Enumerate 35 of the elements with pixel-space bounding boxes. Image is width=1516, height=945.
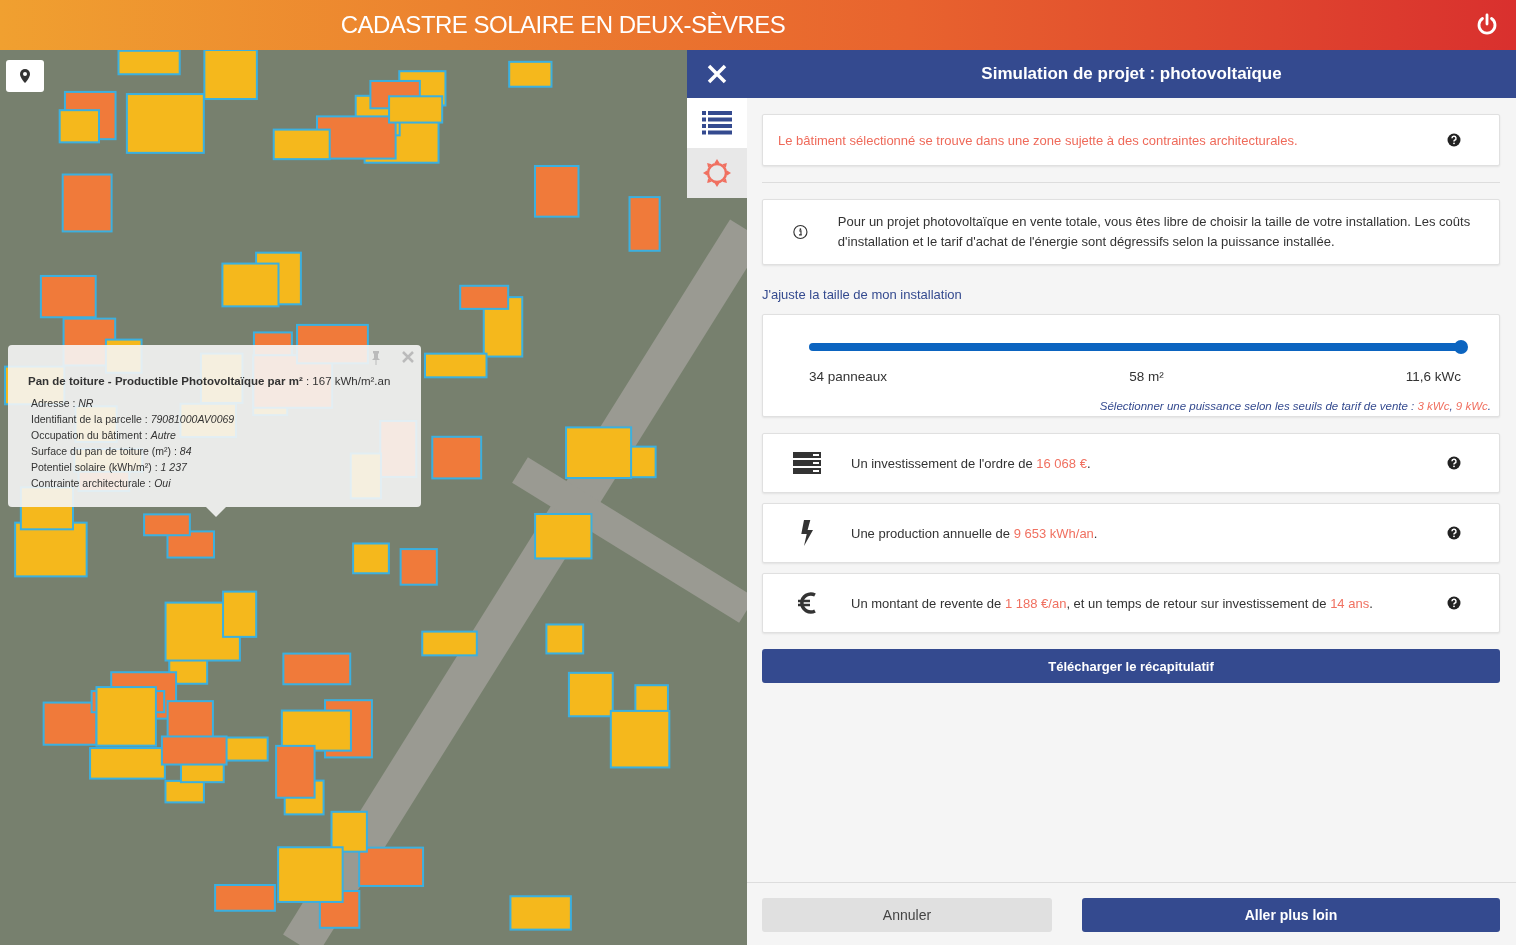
- help-icon[interactable]: [1447, 133, 1461, 147]
- popup-field: Surface du pan de toiture (m²) : 84: [28, 443, 411, 459]
- download-button[interactable]: Télécharger le récapitulatif: [762, 649, 1500, 683]
- next-button[interactable]: Aller plus loin: [1082, 898, 1500, 932]
- help-icon[interactable]: [1447, 456, 1461, 470]
- popup-field: Contrainte architecturale : Oui: [28, 475, 411, 491]
- slider-label: J'ajuste la taille de mon installation: [762, 287, 963, 302]
- locate-button[interactable]: [6, 60, 44, 92]
- close-icon: [707, 64, 727, 84]
- alert-text: Le bâtiment sélectionné se trouve dans une zone sujette à des contraintes architecturales.: [778, 132, 1298, 148]
- popup-field: Occupation du bâtiment : Autre: [28, 427, 411, 443]
- tariff-hint: Sélectionner une puissance selon les seuils de tarif de vente : 3 kWc, 9 kWc.: [1098, 400, 1491, 412]
- sun-icon: [702, 158, 732, 188]
- info-text: Pour un projet photovoltaïque en vente totale, vous êtes libre de choisir la taille de votre installation. Les coûts d'installation et le tarif d'achat de l'énergie sont dégressifs selon la puissance installée.: [837, 213, 1472, 251]
- slider-reading: 11,6 kWc: [1405, 369, 1461, 384]
- result-text: Un montant de revente de 1 188 €/an, et un temps de retour sur investissement de 14 ans.: [851, 595, 1374, 611]
- panel-title: Simulation de projet : photovoltaïque: [980, 64, 1283, 84]
- power-icon[interactable]: [1476, 13, 1498, 35]
- slider-reading: 34 panneaux: [809, 369, 888, 384]
- map-pin-icon: [20, 69, 30, 83]
- cancel-button[interactable]: Annuler: [762, 898, 1052, 932]
- help-icon[interactable]: [1447, 596, 1461, 610]
- popup-heading: Pan de toiture - Productible Photovoltaïque par m² : 167 kWh/m².an: [28, 375, 392, 387]
- slider-reading: 58 m²: [1129, 369, 1164, 384]
- app-title: CADASTRE SOLAIRE EN DEUX-SÈVRES: [340, 11, 786, 39]
- side-tab[interactable]: [687, 98, 747, 148]
- list-icon: [702, 111, 732, 135]
- popup-field: Identifiant de la parcelle : 79081000AV0069: [28, 411, 411, 427]
- slider-handle[interactable]: [1454, 340, 1468, 354]
- result-text: Un investissement de l'ordre de 16 068 €.: [851, 455, 1092, 471]
- result-text: Une production annuelle de 9 653 kWh/an.: [851, 525, 1099, 541]
- popup-field: Adresse : NR: [28, 395, 411, 411]
- server-stack-icon: [793, 452, 821, 474]
- help-icon[interactable]: [1447, 526, 1461, 540]
- popup-field: Potentiel solaire (kWh/m²) : 1 237: [28, 459, 411, 475]
